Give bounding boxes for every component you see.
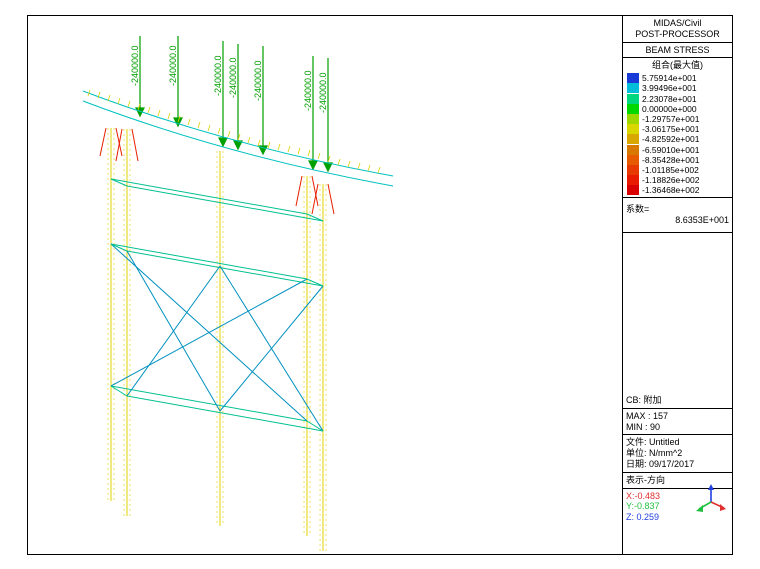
cb-value: 附加	[644, 395, 662, 405]
app-name: MIDAS/Civil	[626, 18, 729, 29]
cb-info: CB: 附加	[623, 393, 732, 408]
legend-item: 0.00000e+000	[625, 104, 730, 114]
scale-label: 系数=	[626, 204, 729, 215]
scale-factor: 系数= 8.6353E+001	[623, 198, 732, 233]
legend-swatch	[627, 73, 639, 83]
legend-item: -1.36468e+002	[625, 185, 730, 195]
min-label: MIN :	[626, 422, 648, 432]
legend-swatch	[627, 83, 639, 93]
file-info: 文件: Untitled 单位: N/mm^2 日期: 09/17/2017	[623, 435, 732, 472]
structure-drawing: -240000.0 -240000.0 -240000.0 -240000.0 …	[28, 16, 624, 554]
legend-value: 5.75914e+001	[642, 73, 697, 83]
legend-item: -1.01185e+002	[625, 165, 730, 175]
color-legend: 组合(最大值) 5.75914e+0013.99496e+0012.23078e…	[623, 58, 732, 198]
legend-value: -1.18826e+002	[642, 175, 699, 185]
app-subtitle: POST-PROCESSOR	[626, 29, 729, 40]
unit-label: 单位:	[626, 448, 647, 458]
min-value: 90	[650, 422, 660, 432]
model-viewport[interactable]: -240000.0 -240000.0 -240000.0 -240000.0 …	[28, 16, 624, 554]
legend-swatch	[627, 104, 639, 114]
max-value: 157	[653, 411, 668, 421]
legend-value: -3.06175e+001	[642, 124, 699, 134]
date-value: 09/17/2017	[649, 459, 694, 469]
date-label: 日期:	[626, 459, 647, 469]
unit-value: N/mm^2	[649, 448, 682, 458]
legend-swatch	[627, 94, 639, 104]
legend-swatch	[627, 185, 639, 195]
legend-item: -1.29757e+001	[625, 114, 730, 124]
legend-swatch	[627, 155, 639, 165]
load-arrows: -240000.0 -240000.0 -240000.0 -240000.0 …	[130, 36, 332, 171]
legend-item: 2.23078e+001	[625, 94, 730, 104]
deck-ticks	[88, 90, 380, 173]
legend-item: -6.59010e+001	[625, 145, 730, 155]
legend-swatch	[627, 114, 639, 124]
legend-item: -1.18826e+002	[625, 175, 730, 185]
legend-item: -8.35428e+001	[625, 155, 730, 165]
legend-value: 3.99496e+001	[642, 83, 697, 93]
load-value: -240000.0	[130, 45, 140, 86]
load-value: -240000.0	[168, 45, 178, 86]
side-panel: MIDAS/Civil POST-PROCESSOR BEAM STRESS 组…	[622, 16, 732, 554]
legend-value: 0.00000e+000	[642, 104, 697, 114]
legend-value: -1.01185e+002	[642, 165, 699, 175]
axis-triad-icon	[696, 484, 726, 514]
legend-value: -4.82592e+001	[642, 134, 699, 144]
legend-value: -1.36468e+002	[642, 185, 699, 195]
legend-value: -6.59010e+001	[642, 145, 699, 155]
legend-item: 5.75914e+001	[625, 73, 730, 83]
legend-item: -3.06175e+001	[625, 124, 730, 134]
scale-value: 8.6353E+001	[626, 215, 729, 226]
load-value: -240000.0	[228, 57, 238, 98]
load-value: -240000.0	[318, 72, 328, 113]
load-value: -240000.0	[213, 55, 223, 96]
legend-swatch	[627, 175, 639, 185]
legend-swatch	[627, 124, 639, 134]
legend-items: 5.75914e+0013.99496e+0012.23078e+0010.00…	[625, 73, 730, 195]
file-label: 文件:	[626, 437, 647, 447]
app-title: MIDAS/Civil POST-PROCESSOR	[623, 16, 732, 43]
legend-item: -4.82592e+001	[625, 134, 730, 144]
cb-label: CB:	[626, 395, 641, 405]
legend-value: 2.23078e+001	[642, 94, 697, 104]
legend-swatch	[627, 165, 639, 175]
load-value: -240000.0	[253, 60, 263, 101]
legend-value: -8.35428e+001	[642, 155, 699, 165]
file-value: Untitled	[649, 437, 680, 447]
legend-item: 3.99496e+001	[625, 83, 730, 93]
app-frame: -240000.0 -240000.0 -240000.0 -240000.0 …	[27, 15, 733, 555]
legend-title: 组合(最大值)	[625, 60, 730, 71]
max-label: MAX :	[626, 411, 651, 421]
maxmin-info: MAX : 157 MIN : 90	[623, 408, 732, 436]
legend-swatch	[627, 134, 639, 144]
panel-spacer	[623, 233, 732, 393]
result-mode: BEAM STRESS	[623, 43, 732, 59]
legend-value: -1.29757e+001	[642, 114, 699, 124]
legend-swatch	[627, 145, 639, 155]
load-value: -240000.0	[303, 70, 313, 111]
